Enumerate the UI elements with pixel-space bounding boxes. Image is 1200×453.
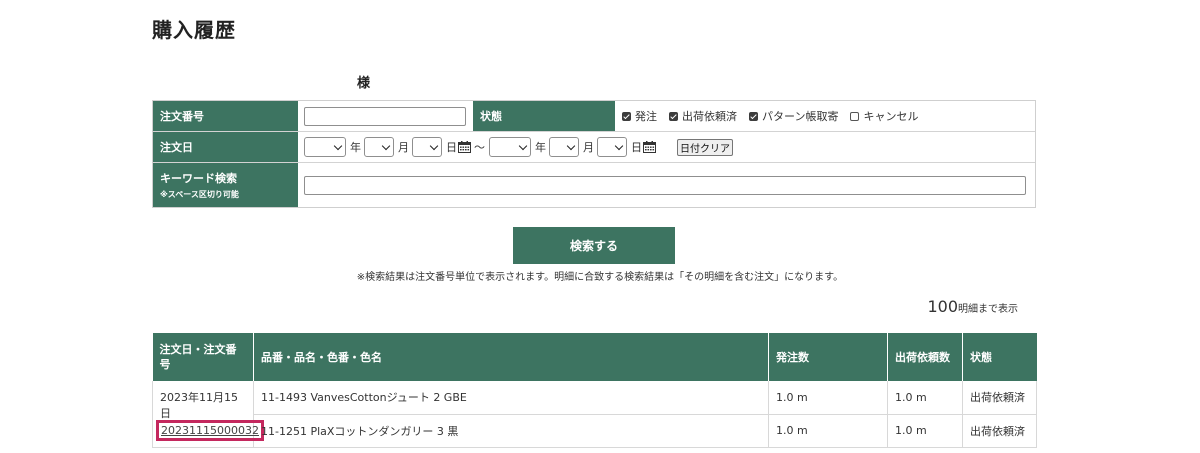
calendar-icon[interactable] bbox=[643, 141, 656, 153]
status-label: 状態 bbox=[473, 101, 615, 131]
chevron-down-icon bbox=[381, 141, 391, 150]
chevron-down-icon bbox=[429, 141, 439, 150]
keyword-input[interactable] bbox=[304, 175, 1026, 195]
ordered-qty-cell: 1.0 m bbox=[768, 414, 888, 448]
month-unit: 月 bbox=[583, 141, 594, 154]
calendar-icon[interactable] bbox=[458, 141, 471, 153]
chevron-down-icon bbox=[566, 141, 576, 150]
day-unit: 日 bbox=[631, 141, 642, 154]
order-number-cell bbox=[298, 101, 473, 131]
form-row-order-date: 注文日 年 月 日 ～ 年 月 日 日付クリア bbox=[153, 132, 1035, 163]
display-count-number: 100 bbox=[927, 297, 958, 316]
year-unit: 年 bbox=[535, 141, 546, 154]
status-checkbox-shipping-requested[interactable] bbox=[669, 111, 678, 121]
status-option-label: 出荷依頼済 bbox=[682, 110, 737, 123]
from-day-select[interactable] bbox=[412, 137, 442, 157]
range-separator: ～ bbox=[474, 141, 485, 154]
order-number-link[interactable]: 20231115000032 bbox=[156, 420, 264, 441]
header-ordered-qty: 発注数 bbox=[768, 333, 888, 381]
to-day-select[interactable] bbox=[597, 137, 627, 157]
status-option-label: 発注 bbox=[635, 110, 657, 123]
order-number-input[interactable] bbox=[304, 106, 466, 126]
from-year-select[interactable] bbox=[304, 137, 346, 157]
keyword-label: キーワード検索 ※スペース区切り可能 bbox=[153, 163, 298, 207]
status-option-label: キャンセル bbox=[863, 110, 919, 123]
form-row-order-status: 注文番号 状態 発注 出荷依頼済 パターン帳取寄 キャンセル bbox=[153, 101, 1035, 132]
search-note: ※検索結果は注文番号単位で表示されます。明細に合致する検索結果は「その明細を含む… bbox=[356, 272, 844, 283]
product-cell: 11-1493 VanvesCottonジュート 2 GBE bbox=[253, 381, 769, 415]
display-count-suffix: 明細まで表示 bbox=[958, 304, 1018, 315]
header-shipping-requested-qty: 出荷依頼数 bbox=[887, 333, 963, 381]
form-row-keyword: キーワード検索 ※スペース区切り可能 bbox=[153, 163, 1035, 207]
display-count: 100明細まで表示 bbox=[927, 297, 1018, 316]
date-clear-button[interactable]: 日付クリア bbox=[677, 138, 733, 156]
shipping-requested-qty-cell: 1.0 m bbox=[887, 414, 963, 448]
status-option-pattern-book[interactable]: パターン帳取寄 bbox=[749, 108, 838, 124]
status-checkbox-cancel[interactable] bbox=[850, 111, 860, 121]
status-options: 発注 出荷依頼済 パターン帳取寄 キャンセル bbox=[615, 101, 1035, 131]
status-option-ordered[interactable]: 発注 bbox=[622, 108, 657, 124]
keyword-sublabel: ※スペース区切り可能 bbox=[160, 190, 239, 199]
status-option-cancel[interactable]: キャンセル bbox=[850, 108, 918, 124]
order-date-range: 年 月 日 ～ 年 月 日 日付クリア bbox=[298, 132, 1035, 162]
table-row: 2023年11月15日 20231115000032 11-1493 Vanve… bbox=[152, 381, 1037, 448]
chevron-down-icon bbox=[333, 141, 343, 150]
customer-honorific: 様 bbox=[357, 76, 371, 91]
status-checkbox-ordered[interactable] bbox=[622, 111, 631, 121]
order-number-label-text: 注文番号 bbox=[160, 110, 204, 123]
header-order-date-number: 注文日・注文番号 bbox=[152, 333, 254, 381]
to-year-select[interactable] bbox=[489, 137, 531, 157]
order-date-label: 注文日 bbox=[153, 132, 298, 162]
status-label-text: 状態 bbox=[480, 110, 502, 123]
status-option-shipping-requested[interactable]: 出荷依頼済 bbox=[669, 108, 737, 124]
status-cell: 出荷依頼済 bbox=[962, 381, 1037, 415]
year-unit: 年 bbox=[350, 141, 361, 154]
status-checkbox-pattern-book[interactable] bbox=[749, 111, 758, 121]
shipping-requested-qty-cell: 1.0 m bbox=[887, 381, 963, 415]
search-form: 注文番号 状態 発注 出荷依頼済 パターン帳取寄 キャンセル 注文日 年 月 日… bbox=[152, 100, 1036, 208]
results-header-row: 注文日・注文番号 品番・品名・色番・色名 発注数 出荷依頼数 状態 bbox=[152, 333, 1037, 381]
table-row: 11-1251 PlaXコットンダンガリー 3 黒 1.0 m 1.0 m 出荷… bbox=[153, 414, 1037, 448]
status-cell: 出荷依頼済 bbox=[962, 414, 1037, 448]
header-status: 状態 bbox=[962, 333, 1037, 381]
order-date-number-cell: 2023年11月15日 20231115000032 bbox=[152, 381, 264, 448]
to-month-select[interactable] bbox=[549, 137, 579, 157]
ordered-qty-cell: 1.0 m bbox=[768, 381, 888, 415]
status-option-label: パターン帳取寄 bbox=[762, 110, 839, 123]
search-button[interactable]: 検索する bbox=[513, 227, 675, 264]
product-cell: 11-1251 PlaXコットンダンガリー 3 黒 bbox=[253, 414, 769, 448]
chevron-down-icon bbox=[614, 141, 624, 150]
order-date: 2023年11月15日 bbox=[160, 391, 238, 420]
results-table: 注文日・注文番号 品番・品名・色番・色名 発注数 出荷依頼数 状態 2023年1… bbox=[152, 333, 1037, 448]
keyword-label-text: キーワード検索 bbox=[160, 172, 237, 185]
from-month-select[interactable] bbox=[364, 137, 394, 157]
month-unit: 月 bbox=[398, 141, 409, 154]
chevron-down-icon bbox=[518, 141, 528, 150]
order-number-label: 注文番号 bbox=[153, 101, 298, 131]
page-title: 購入履歴 bbox=[152, 18, 236, 42]
day-unit: 日 bbox=[446, 141, 457, 154]
keyword-cell bbox=[298, 163, 1035, 207]
order-date-label-text: 注文日 bbox=[160, 141, 193, 154]
header-product: 品番・品名・色番・色名 bbox=[253, 333, 769, 381]
